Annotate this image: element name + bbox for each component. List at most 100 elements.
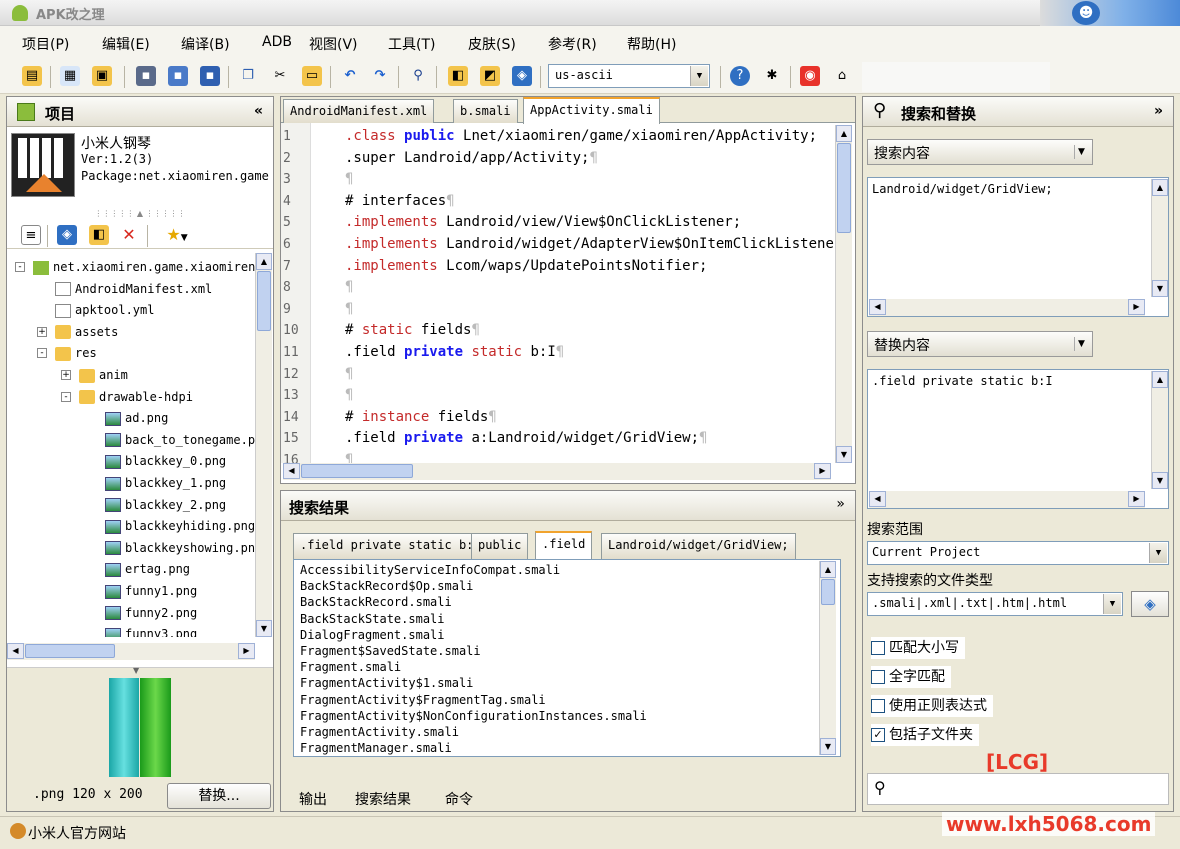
collapse-icon[interactable]: - [15,262,25,272]
build-icon[interactable]: ◧ [448,66,468,86]
file-types-select[interactable]: .smali|.xml|.txt|.htm|.html ▼ [867,592,1123,616]
tree-horizontal-scrollbar[interactable]: ◀ ▶ [7,643,255,660]
option-checkbox[interactable]: 匹配大小写 [871,637,965,659]
list-item[interactable]: Fragment.smali [300,659,401,675]
option-checkbox[interactable]: ✓ 包括子文件夹 [871,724,979,746]
new-project-icon[interactable]: ▦ [60,66,80,86]
tab-search-results[interactable]: 搜索结果 [355,789,411,809]
tree-item[interactable]: apktool.yml [7,300,154,320]
checkbox-empty-icon[interactable] [871,670,885,684]
search-input-hscrollbar[interactable]: ◀ ▶ [869,299,1145,316]
find-icon[interactable]: ⚲ [408,66,428,86]
replace-input-hscrollbar[interactable]: ◀ ▶ [869,491,1145,508]
add-folder-icon[interactable]: ◧ [89,225,109,245]
tab-b-smali[interactable]: b.smali [453,99,518,123]
folder-icon[interactable]: ▣ [92,66,112,86]
checkbox-checked-icon[interactable]: ✓ [871,728,885,742]
delete-icon[interactable]: ✕ [119,225,139,245]
tree-item[interactable]: blackkey_2.png [7,495,226,515]
tab-output[interactable]: 输出 [299,789,327,809]
official-site-link[interactable]: 小米人官方网站 [28,823,126,843]
scroll-right-icon[interactable]: ▶ [814,463,831,479]
save-all-icon[interactable]: ▪ [200,66,220,86]
splitter-handle[interactable]: ▼ [133,666,139,675]
list-item[interactable]: Fragment$SavedState.smali [300,643,481,659]
menu-edit[interactable]: 编辑(E) [102,34,150,54]
tab-androidmanifest[interactable]: AndroidManifest.xml [283,99,435,123]
menu-skin[interactable]: 皮肤(S) [468,34,516,54]
scroll-up-icon[interactable]: ▲ [256,253,272,270]
tree-vertical-scrollbar[interactable]: ▲ ▼ [255,253,272,637]
menu-reference[interactable]: 参考(R) [548,34,597,54]
scroll-up-icon[interactable]: ▲ [836,125,852,142]
help-icon[interactable]: ? [730,66,750,86]
list-item[interactable]: BackStackRecord.smali [300,594,452,610]
menu-build[interactable]: 编译(B) [181,34,230,54]
scroll-right-icon[interactable]: ▶ [238,643,255,659]
scroll-left-icon[interactable]: ◀ [7,643,24,659]
tree-item[interactable]: blackkey_0.png [7,451,226,471]
tree-item[interactable]: - net.xiaomiren.game.xiaomiren [7,257,255,277]
collapse-panel-button[interactable]: « [254,103,263,119]
scroll-down-icon[interactable]: ▼ [820,738,836,755]
scroll-up-icon[interactable]: ▲ [1152,179,1168,196]
editor-horizontal-scrollbar[interactable]: ◀ ▶ [283,463,831,480]
menu-project[interactable]: 项目(P) [22,34,69,54]
list-item[interactable]: FragmentActivity$NonConfigurationInstanc… [300,708,647,724]
tree-item[interactable]: AndroidManifest.xml [7,279,212,299]
scroll-down-icon[interactable]: ▼ [256,620,272,637]
copy-icon[interactable]: ❐ [238,66,258,86]
expand-icon[interactable]: + [37,326,47,337]
redo-icon[interactable]: ↷ [370,66,390,86]
option-checkbox[interactable]: 使用正则表达式 [871,695,993,717]
collapse-panel-button[interactable]: » [836,496,845,512]
tree-item[interactable]: blackkeyshowing.png [7,538,257,558]
tab-appactivity[interactable]: AppActivity.smali [523,97,660,124]
results-vertical-scrollbar[interactable]: ▲ ▼ [819,561,836,755]
tree-item[interactable]: blackkeyhiding.png [7,516,255,536]
chevron-down-icon[interactable]: ▼ [1149,543,1167,563]
results-tab-public[interactable]: public [471,533,529,559]
home-icon[interactable]: ⌂ [832,66,852,86]
file-types-edit-button[interactable]: ◈ [1131,591,1169,617]
scroll-left-icon[interactable]: ◀ [869,491,886,507]
scroll-left-icon[interactable]: ◀ [283,463,300,479]
tree-item[interactable]: - res [7,343,97,363]
collapse-icon[interactable]: - [61,391,71,402]
list-item[interactable]: BackStackRecord$Op.smali [300,578,473,594]
menu-adb[interactable]: ADB [262,34,292,50]
search-input[interactable]: Landroid/widget/GridView; [867,177,1169,317]
results-tab-field[interactable]: .field [535,531,593,559]
bug-icon[interactable]: ✱ [762,66,782,86]
list-item[interactable]: AccessibilityServiceInfoCompat.smali [300,562,560,578]
expand-icon[interactable]: + [61,370,71,380]
open-in-explorer-icon[interactable]: ◈ [57,225,77,245]
scroll-thumb[interactable] [821,579,835,605]
tree-item[interactable]: - drawable-hdpi [7,387,193,407]
tree-item[interactable]: back_to_tonegame.png [7,430,257,450]
menu-help[interactable]: 帮助(H) [627,34,676,54]
chevron-down-icon[interactable]: ▼ [1074,337,1088,351]
results-tab-gridview[interactable]: Landroid/widget/GridView; [601,533,796,559]
menu-tools[interactable]: 工具(T) [388,34,435,54]
replace-input-scrollbar[interactable]: ▲ ▼ [1151,371,1168,489]
list-item[interactable]: FragmentActivity.smali [300,724,459,740]
replace-input[interactable]: .field private static b:I [867,369,1169,509]
splitter-handle[interactable]: ⋮⋮⋮⋮⋮ ▲ ⋮⋮⋮⋮⋮ [7,209,273,219]
scroll-thumb[interactable] [301,464,413,478]
undo-icon[interactable]: ↶ [340,66,360,86]
scroll-up-icon[interactable]: ▲ [1152,371,1168,388]
scroll-left-icon[interactable]: ◀ [869,299,886,315]
search-mode-combo[interactable]: 搜索内容 ▼ [867,139,1093,165]
chevron-down-icon[interactable]: ▼ [1103,594,1121,614]
list-item[interactable]: BackStackState.smali [300,611,445,627]
replace-image-button[interactable]: 替换... [167,783,271,809]
open-folder-icon[interactable]: ▤ [22,66,42,86]
editor-vertical-scrollbar[interactable]: ▲ ▼ [835,125,852,463]
encoding-select[interactable]: us-ascii ▼ [548,64,710,88]
tree-item[interactable]: funny3.png [7,624,197,637]
list-item[interactable]: FragmentActivity$FragmentTag.smali [300,692,546,708]
chevron-down-icon[interactable]: ▼ [690,66,708,86]
tab-command[interactable]: 命令 [445,789,473,809]
scroll-thumb[interactable] [25,644,115,658]
